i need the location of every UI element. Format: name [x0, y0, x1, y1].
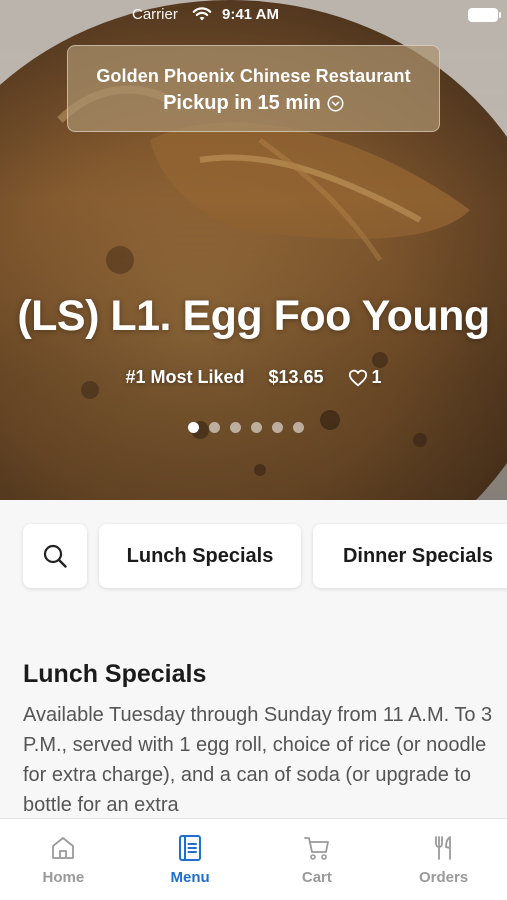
heart-icon [348, 369, 367, 386]
carousel-dot[interactable] [272, 422, 283, 433]
most-liked-badge: #1 Most Liked [125, 367, 245, 387]
tab-orders-label: Orders [419, 869, 469, 886]
chevron-circle-down-icon [327, 95, 344, 112]
pickup-time-label: Pickup in 15 min [163, 92, 321, 114]
hero-image: Carrier 9:41 AM Golden Phoenix Chinese R… [0, 0, 507, 500]
section-description: Available Tuesday through Sunday from 11… [23, 704, 493, 816]
item-price: $13.65 [268, 367, 324, 387]
clock: 9:41 AM [222, 6, 279, 23]
status-bar: Carrier 9:41 AM [0, 0, 507, 30]
category-bar: Lunch Specials Dinner Specials [23, 524, 507, 588]
restaurant-name: Golden Phoenix Chinese Restaurant [96, 66, 411, 86]
fork-knife-icon [434, 836, 451, 860]
tab-menu[interactable]: Menu [127, 819, 254, 900]
menu-book-icon [179, 835, 202, 861]
carousel-dots [188, 422, 304, 433]
carrier-label: Carrier [132, 6, 178, 23]
like-button[interactable]: 1 [348, 367, 382, 388]
tab-cart[interactable]: Cart [254, 819, 381, 900]
cart-icon [303, 837, 329, 860]
tab-home[interactable]: Home [0, 819, 127, 900]
tab-menu-label: Menu [170, 869, 210, 886]
pickup-selector[interactable]: Golden Phoenix Chinese Restaurant Pickup… [67, 45, 440, 132]
category-dinner-specials[interactable]: Dinner Specials [313, 524, 507, 588]
carousel-dot[interactable] [230, 422, 241, 433]
tab-orders[interactable]: Orders [380, 819, 507, 900]
tab-cart-label: Cart [301, 869, 332, 886]
carousel-dot[interactable] [293, 422, 304, 433]
category-lunch-specials[interactable]: Lunch Specials [99, 524, 301, 588]
item-meta: #1 Most Liked $13.65 1 [0, 367, 507, 388]
section-title: Lunch Specials [23, 660, 207, 688]
battery-icon [468, 8, 501, 22]
carousel-dot[interactable] [209, 422, 220, 433]
tab-home-label: Home [42, 869, 85, 886]
home-icon [52, 837, 75, 859]
like-count: 1 [371, 367, 382, 387]
search-icon [43, 544, 67, 568]
wifi-icon [192, 7, 212, 21]
carousel-dot[interactable] [188, 422, 199, 433]
search-button[interactable] [23, 524, 87, 588]
item-title: (LS) L1. Egg Foo Young [17, 292, 490, 340]
tab-bar: Home Menu Cart Orders [0, 818, 507, 900]
carousel-dot[interactable] [251, 422, 262, 433]
